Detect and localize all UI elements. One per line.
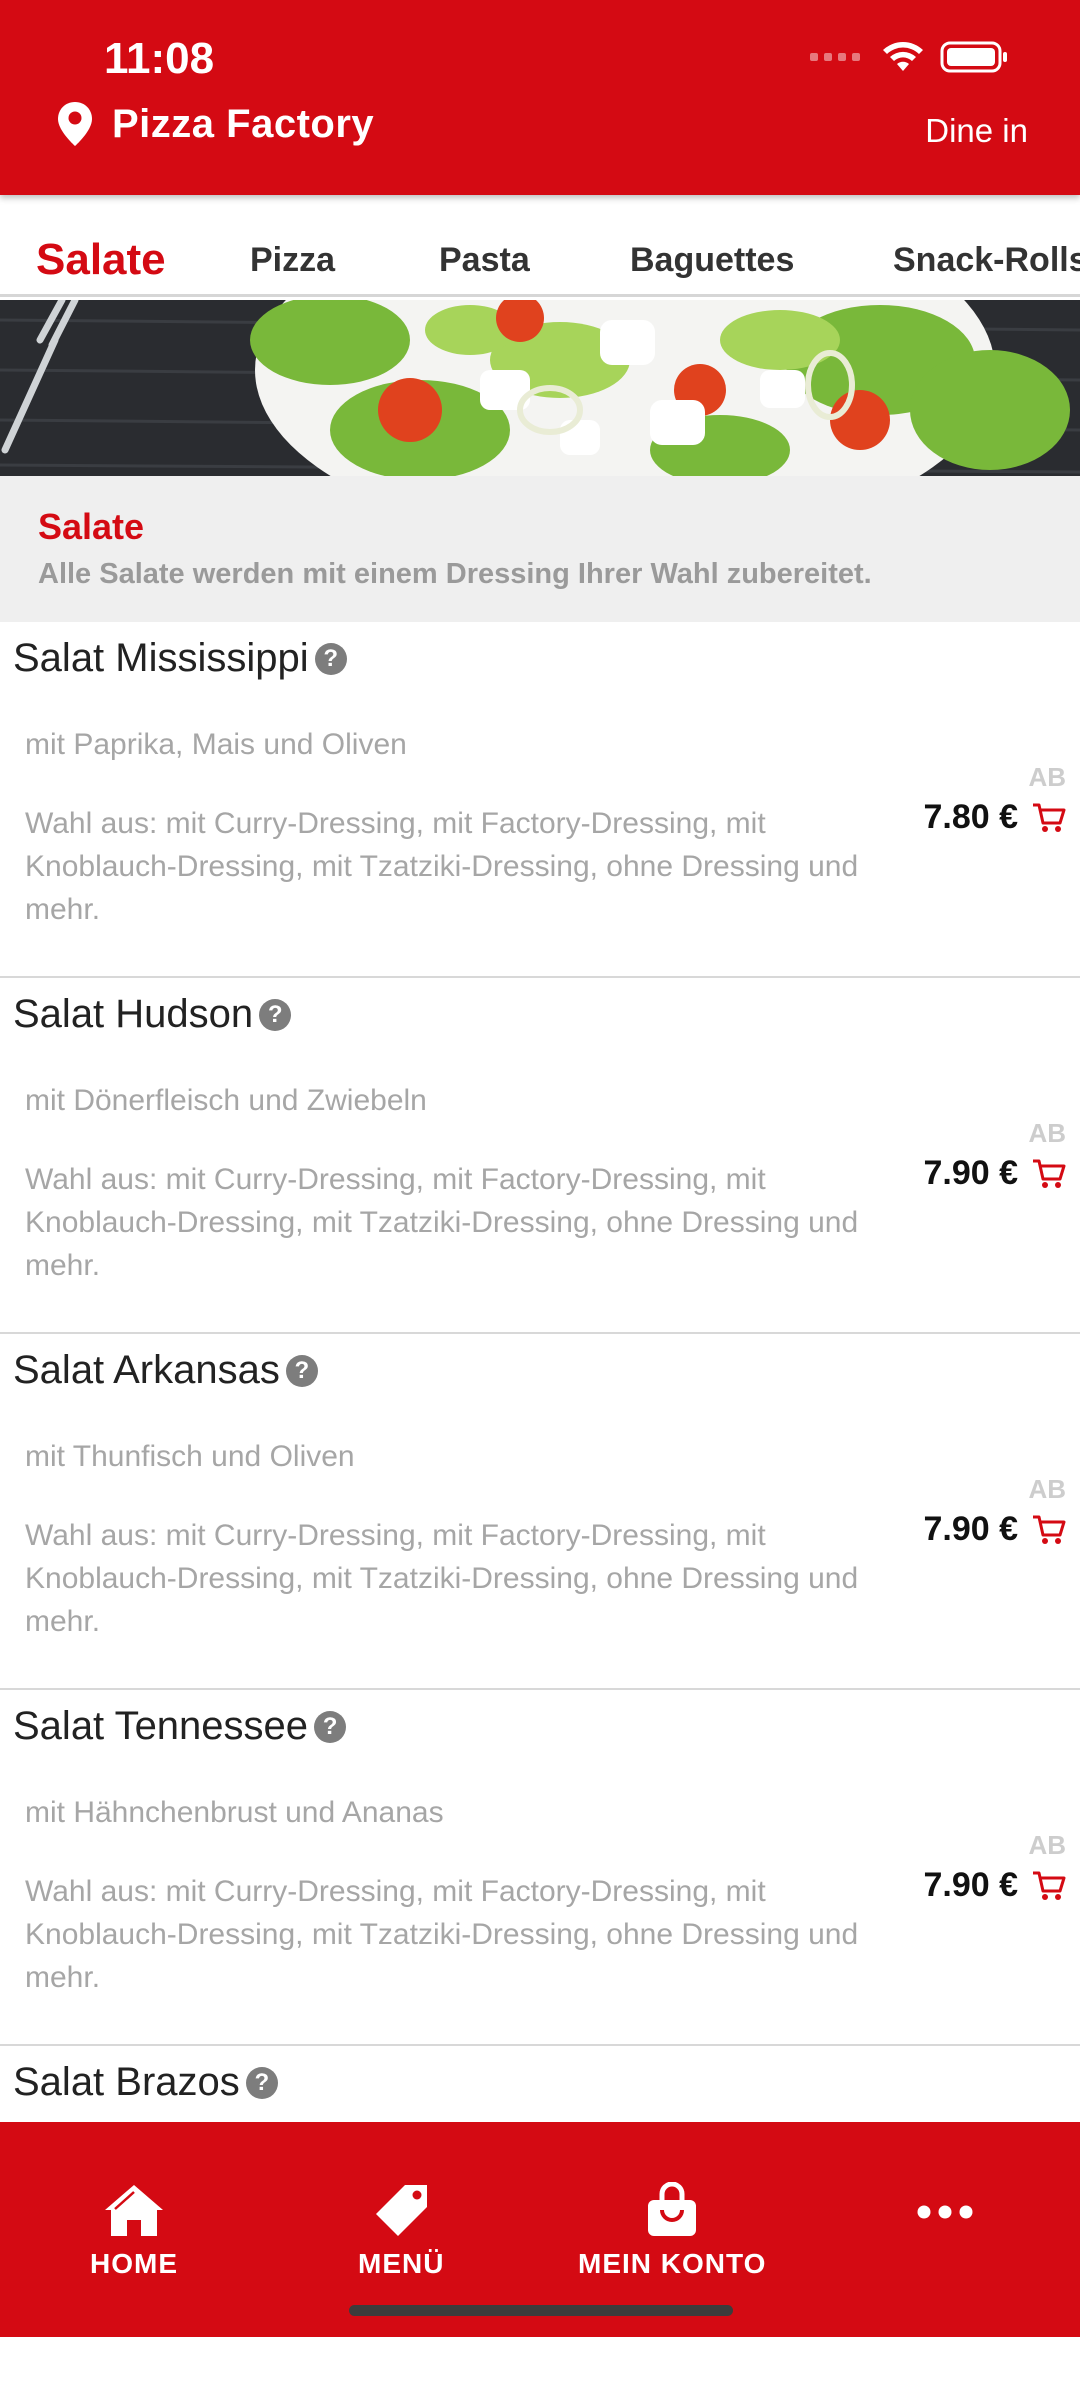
tag-icon xyxy=(376,2185,428,2236)
order-mode-toggle[interactable]: Dine in xyxy=(925,112,1028,150)
status-time: 11:08 xyxy=(104,34,215,83)
price-prefix: AB xyxy=(1028,1474,1066,1504)
nav-label: MENÜ xyxy=(358,2248,445,2279)
location-pin-icon xyxy=(58,102,92,146)
product-item[interactable]: Salat Arkansas ? mit Thunfisch und Olive… xyxy=(0,1334,1080,1690)
product-description: mit Paprika, Mais und Oliven xyxy=(25,728,407,761)
tab-baguettes[interactable]: Baguettes xyxy=(630,241,794,280)
tab-pizza[interactable]: Pizza xyxy=(250,241,335,280)
product-description: mit Thunfisch und Oliven xyxy=(25,1440,355,1473)
info-icon[interactable]: ? xyxy=(314,1710,347,1743)
info-icon[interactable]: ? xyxy=(314,642,347,675)
product-name: Salat Mississippi xyxy=(13,636,309,680)
section-title: Salate xyxy=(38,506,145,547)
home-icon xyxy=(105,2185,163,2236)
price-button[interactable]: 7.80 € xyxy=(923,798,1066,837)
section-subtitle: Alle Salate werden mit einem Dressing Ih… xyxy=(38,558,872,590)
info-icon[interactable]: ? xyxy=(245,2066,278,2099)
nav-label: HOME xyxy=(90,2248,178,2279)
product-price: 7.90 € xyxy=(923,1866,1018,1904)
product-price: 7.80 € xyxy=(923,798,1018,836)
category-banner-image xyxy=(0,300,1080,476)
info-icon[interactable]: ? xyxy=(285,1354,318,1387)
tab-pasta[interactable]: Pasta xyxy=(439,241,530,280)
category-tabs: Salate Pizza Pasta Baguettes Snack-Rolls xyxy=(0,195,1080,297)
cart-icon xyxy=(1033,1871,1066,1900)
product-options: Wahl aus: mit Curry-Dressing, mit Factor… xyxy=(25,1875,859,1994)
restaurant-selector[interactable]: Pizza Factory xyxy=(56,100,374,148)
nav-home[interactable]: HOME xyxy=(90,2182,178,2280)
cart-icon xyxy=(1033,1159,1066,1188)
product-price: 7.90 € xyxy=(923,1154,1018,1192)
nav-more[interactable] xyxy=(916,2202,974,2222)
salad-banner-illustration xyxy=(0,300,1080,476)
section-header: Salate Alle Salate werden mit einem Dres… xyxy=(0,476,1080,622)
price-button[interactable]: 7.90 € xyxy=(923,1154,1066,1193)
product-name: Salat Arkansas xyxy=(13,1348,280,1392)
restaurant-name: Pizza Factory xyxy=(112,101,375,146)
nav-account[interactable]: MEIN KONTO xyxy=(578,2182,766,2280)
info-icon[interactable]: ? xyxy=(259,998,292,1031)
shopping-bag-icon xyxy=(648,2182,697,2236)
status-icons xyxy=(810,40,1010,74)
cart-icon xyxy=(1033,803,1066,832)
battery-icon xyxy=(940,41,1007,73)
product-options: Wahl aus: mit Curry-Dressing, mit Factor… xyxy=(25,807,859,926)
app-header: 11:08 Pizza Factory Dine in xyxy=(0,0,1080,195)
price-prefix: AB xyxy=(1028,762,1066,792)
product-name: Salat Hudson xyxy=(13,992,254,1036)
product-item[interactable]: Salat Tennessee ? mit Hähnchenbrust und … xyxy=(0,1690,1080,2046)
more-icon xyxy=(917,2205,973,2219)
product-name: Salat Brazos xyxy=(13,2060,240,2104)
product-item[interactable]: Salat Mississippi ? mit Paprika, Mais un… xyxy=(0,622,1080,978)
cart-icon xyxy=(1033,1515,1066,1544)
product-price: 7.90 € xyxy=(923,1510,1018,1548)
price-button[interactable]: 7.90 € xyxy=(923,1510,1066,1549)
home-indicator xyxy=(349,2305,733,2316)
nav-menu[interactable]: MENÜ xyxy=(358,2182,444,2280)
product-item[interactable]: Salat Hudson ? mit Dönerfleisch und Zwie… xyxy=(0,978,1080,1334)
price-prefix: AB xyxy=(1028,1118,1066,1148)
price-prefix: AB xyxy=(1028,1830,1066,1860)
tab-salate[interactable]: Salate xyxy=(36,235,166,285)
wifi-icon xyxy=(883,42,923,71)
product-options: Wahl aus: mit Curry-Dressing, mit Factor… xyxy=(25,1163,859,1282)
product-description: mit Dönerfleisch und Zwiebeln xyxy=(25,1084,427,1117)
cellular-signal-icon xyxy=(810,53,860,61)
product-description: mit Hähnchenbrust und Ananas xyxy=(25,1796,444,1829)
product-name: Salat Tennessee xyxy=(13,1704,309,1748)
tab-snack-rolls[interactable]: Snack-Rolls xyxy=(893,241,1080,280)
product-options: Wahl aus: mit Curry-Dressing, mit Factor… xyxy=(25,1519,859,1638)
nav-label: MEIN KONTO xyxy=(578,2248,767,2279)
price-button[interactable]: 7.90 € xyxy=(923,1866,1066,1905)
